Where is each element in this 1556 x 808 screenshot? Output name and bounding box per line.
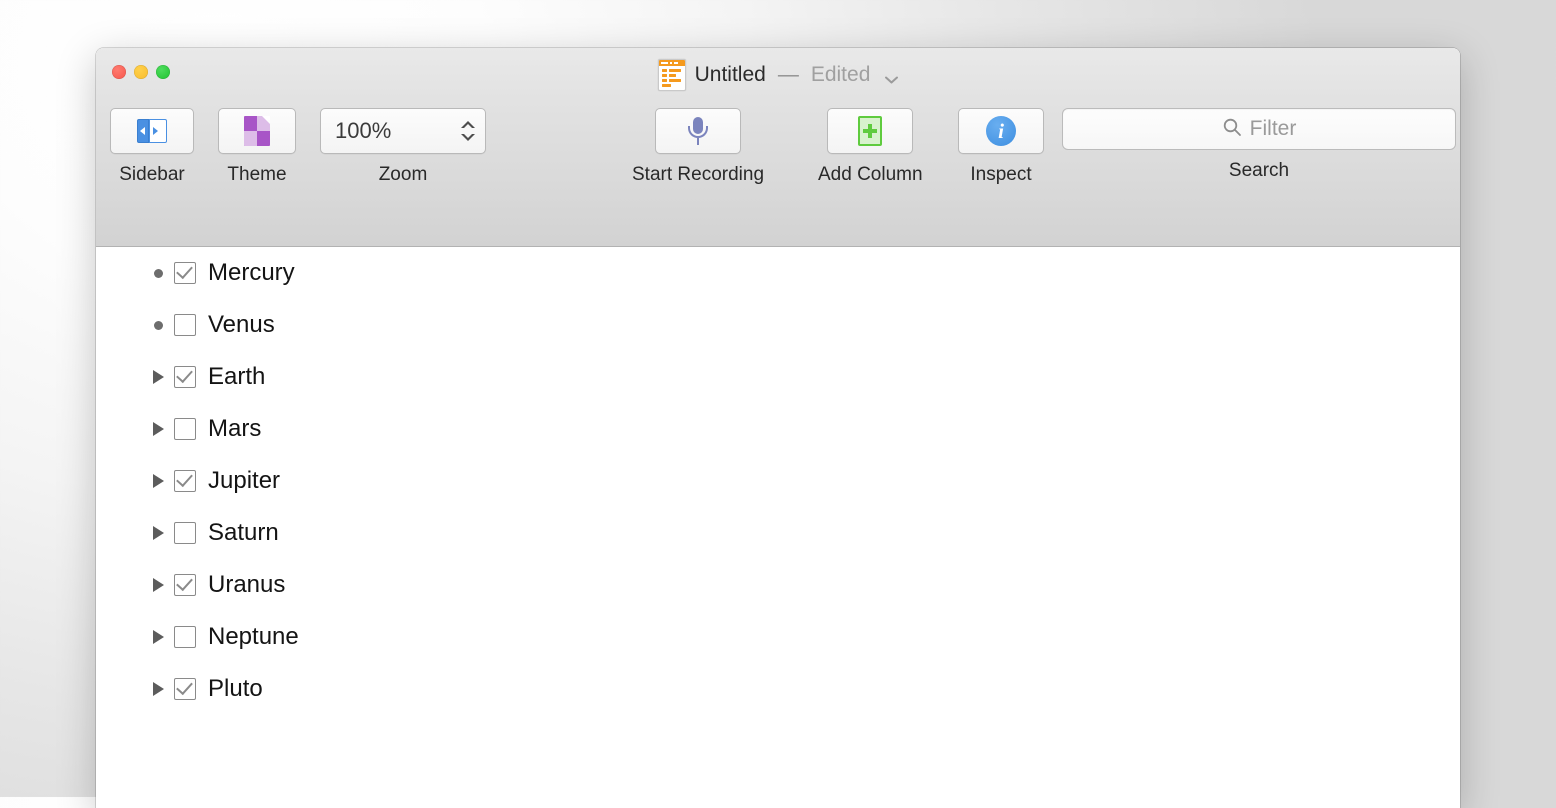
title-group: Untitled — Edited [96, 59, 1460, 91]
disclosure-triangle-glyph [153, 578, 164, 592]
edited-status: Edited [810, 63, 871, 86]
bullet-icon [152, 268, 174, 278]
toolbar-label-add-column: Add Column [818, 164, 923, 185]
row-label: Mercury [208, 259, 295, 286]
outline-list[interactable]: Mercury Venus Earth Mars Jupiter Saturn Uranus… [96, 247, 1460, 808]
window-title: Untitled [694, 63, 766, 86]
disclosure-triangle-icon[interactable] [152, 682, 174, 696]
toolbar-item-sidebar[interactable]: Sidebar [110, 108, 194, 186]
toolbar-item-add-column[interactable]: Add Column [818, 108, 923, 186]
outline-row[interactable]: Pluto [96, 663, 1460, 715]
toolbar-item-zoom[interactable]: 100% Zoom [320, 108, 486, 186]
chevron-down-icon[interactable] [885, 71, 899, 84]
outline-row[interactable]: Jupiter [96, 455, 1460, 507]
disclosure-triangle-glyph [153, 474, 164, 488]
disclosure-triangle-icon[interactable] [152, 370, 174, 384]
zoom-value: 100% [335, 118, 392, 143]
row-checkbox[interactable] [174, 366, 196, 388]
stepper-icon[interactable] [461, 118, 475, 144]
row-checkbox[interactable] [174, 626, 196, 648]
outline-row[interactable]: Mars [96, 403, 1460, 455]
row-label: Earth [208, 363, 266, 390]
outline-row[interactable]: Mercury [96, 247, 1460, 299]
disclosure-triangle-icon[interactable] [152, 630, 174, 644]
row-label: Venus [208, 311, 275, 338]
toolbar-label-start-recording: Start Recording [632, 164, 765, 185]
disclosure-triangle-icon[interactable] [152, 422, 174, 436]
row-label: Uranus [208, 571, 286, 598]
toolbar: Sidebar Theme 100% Zoom Start Recording … [96, 100, 1460, 247]
outline-row[interactable]: Neptune [96, 611, 1460, 663]
toolbar-label-inspect: Inspect [970, 164, 1032, 185]
search-icon [1222, 117, 1242, 142]
disclosure-triangle-glyph [153, 682, 164, 696]
sidebar-button[interactable] [110, 108, 194, 154]
toolbar-label-theme: Theme [227, 164, 287, 185]
toolbar-item-search[interactable]: Filter Search [1062, 108, 1456, 182]
theme-page-icon [244, 116, 270, 146]
toolbar-item-theme[interactable]: Theme [218, 108, 296, 186]
toolbar-label-zoom: Zoom [378, 164, 428, 185]
disclosure-triangle-icon[interactable] [152, 526, 174, 540]
start-recording-button[interactable] [655, 108, 741, 154]
row-label: Jupiter [208, 467, 281, 494]
disclosure-triangle-icon[interactable] [152, 578, 174, 592]
disclosure-triangle-icon[interactable] [152, 474, 174, 488]
row-checkbox[interactable] [174, 314, 196, 336]
add-column-button[interactable] [827, 108, 914, 154]
row-label: Saturn [208, 519, 279, 546]
search-placeholder: Filter [1249, 117, 1297, 140]
outline-document-icon [657, 59, 686, 91]
microphone-icon [687, 116, 709, 146]
row-checkbox[interactable] [174, 262, 196, 284]
app-window: Untitled — Edited Sidebar Theme 100% Zoo… [96, 48, 1460, 808]
bullet-glyph [154, 268, 163, 278]
toolbar-item-start-recording[interactable]: Start Recording [632, 108, 764, 186]
search-input[interactable]: Filter [1062, 108, 1456, 150]
title-separator: — [777, 63, 799, 86]
bullet-glyph [154, 320, 163, 330]
row-label: Pluto [208, 675, 263, 702]
outline-row[interactable]: Uranus [96, 559, 1460, 611]
row-checkbox[interactable] [174, 470, 196, 492]
toolbar-label-sidebar: Sidebar [119, 164, 185, 185]
disclosure-triangle-glyph [153, 370, 164, 384]
zoom-stepper-field[interactable]: 100% [320, 108, 486, 154]
row-checkbox[interactable] [174, 522, 196, 544]
bullet-icon [152, 320, 174, 330]
row-checkbox[interactable] [174, 574, 196, 596]
disclosure-triangle-glyph [153, 422, 164, 436]
disclosure-triangle-glyph [153, 630, 164, 644]
row-checkbox[interactable] [174, 418, 196, 440]
info-circle-icon: i [986, 116, 1016, 146]
traffic-lights [112, 65, 170, 79]
maximize-button[interactable] [156, 65, 170, 79]
row-label: Mars [208, 415, 262, 442]
close-button[interactable] [112, 65, 126, 79]
sidebar-toggle-icon [137, 119, 167, 143]
toolbar-label-search: Search [1228, 160, 1290, 181]
outline-row[interactable]: Saturn [96, 507, 1460, 559]
toolbar-item-inspect[interactable]: i Inspect [958, 108, 1044, 186]
title-bar[interactable]: Untitled — Edited [96, 48, 1460, 100]
minimize-button[interactable] [134, 65, 148, 79]
theme-button[interactable] [218, 108, 296, 154]
outline-row[interactable]: Earth [96, 351, 1460, 403]
row-label: Neptune [208, 623, 299, 650]
inspect-button[interactable]: i [958, 108, 1044, 154]
outline-row[interactable]: Venus [96, 299, 1460, 351]
row-checkbox[interactable] [174, 678, 196, 700]
disclosure-triangle-glyph [153, 526, 164, 540]
add-column-icon [858, 116, 883, 146]
